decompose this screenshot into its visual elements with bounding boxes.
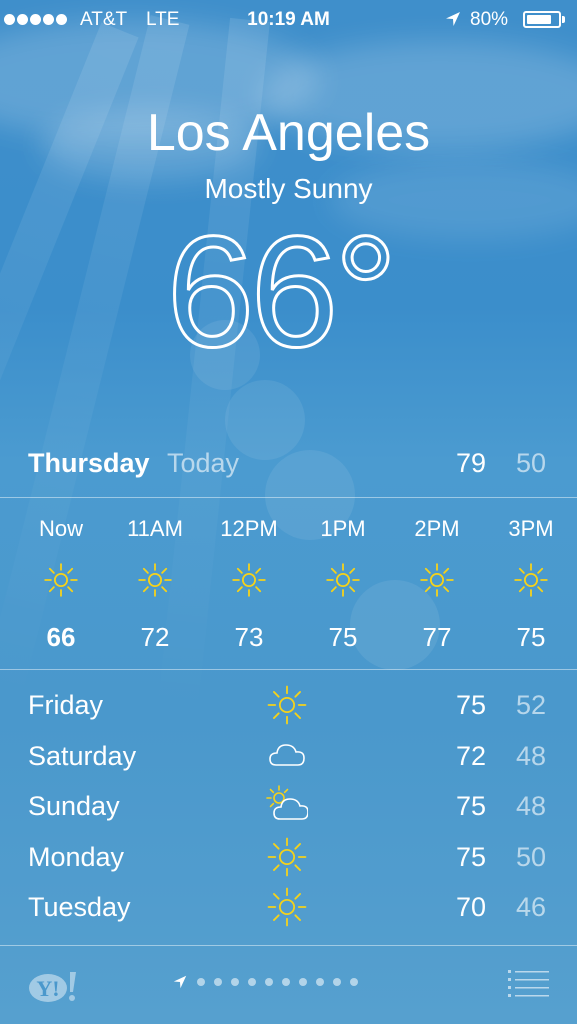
status-bar: AT&T LTE 10:19 AM 80% bbox=[0, 0, 577, 40]
hour-icon bbox=[419, 562, 455, 598]
forecast-day: Monday bbox=[28, 841, 125, 872]
battery-icon bbox=[523, 11, 561, 28]
bottom-bar: Y! bbox=[0, 946, 577, 1024]
current-temperature: 66° bbox=[165, 203, 399, 371]
page-indicator[interactable] bbox=[172, 974, 358, 990]
today-label: Today bbox=[167, 448, 240, 478]
forecast-low: 46 bbox=[516, 892, 547, 922]
forecast-high: 75 bbox=[456, 690, 487, 720]
hour-temp: 66 bbox=[46, 622, 76, 652]
forecast-row: Sunday 75 48 bbox=[0, 785, 577, 841]
page-dot[interactable] bbox=[231, 978, 239, 986]
forecast-day: Friday bbox=[28, 690, 104, 720]
forecast-low: 48 bbox=[516, 740, 547, 771]
hour-icon bbox=[137, 562, 173, 598]
forecast-high: 75 bbox=[456, 841, 487, 872]
page-dot[interactable] bbox=[299, 978, 307, 986]
page-dot[interactable] bbox=[197, 978, 205, 986]
page-dot[interactable] bbox=[316, 978, 324, 986]
forecast-icon bbox=[266, 684, 308, 726]
forecast-high: 70 bbox=[456, 892, 487, 922]
forecast-icon bbox=[266, 886, 308, 928]
today-summary: Thursday Today 79 50 bbox=[0, 448, 577, 484]
hour-label: 1PM bbox=[320, 516, 366, 541]
sun-icon bbox=[267, 837, 307, 876]
yahoo-logo-icon[interactable]: Y! bbox=[28, 968, 80, 1004]
location-arrow-icon bbox=[446, 12, 460, 26]
location-arrow-icon bbox=[173, 975, 187, 989]
forecast-low: 52 bbox=[516, 690, 547, 720]
hour-label: Now bbox=[38, 516, 83, 541]
hour-icon bbox=[325, 562, 361, 598]
battery-percent: 80% bbox=[470, 9, 509, 30]
forecast-icon bbox=[266, 735, 308, 777]
divider bbox=[0, 497, 577, 498]
forecast-row: Tuesday 70 46 bbox=[0, 887, 577, 942]
page-dot[interactable] bbox=[265, 978, 273, 986]
forecast-day: Saturday bbox=[28, 740, 137, 771]
sun-icon bbox=[267, 685, 307, 725]
hour-icon bbox=[513, 562, 549, 598]
hour-temp: 72 bbox=[140, 622, 170, 652]
hour-temp: 77 bbox=[422, 622, 452, 652]
forecast-low: 50 bbox=[516, 841, 547, 872]
sun-icon bbox=[267, 887, 307, 927]
forecast-icon bbox=[266, 836, 308, 878]
today-high: 79 bbox=[456, 448, 487, 478]
list-icon[interactable] bbox=[508, 969, 550, 999]
sun-icon bbox=[232, 563, 266, 597]
hour-temp: 73 bbox=[234, 622, 264, 652]
sun-icon bbox=[44, 563, 78, 597]
hour-icon bbox=[231, 562, 267, 598]
page-dot[interactable] bbox=[214, 978, 222, 986]
battery-tip bbox=[562, 16, 565, 23]
forecast-low: 48 bbox=[516, 791, 547, 821]
page-dot[interactable] bbox=[333, 978, 341, 986]
hour-label: 12PM bbox=[220, 516, 278, 541]
hour-label: 3PM bbox=[508, 516, 554, 541]
today-day: Thursday bbox=[28, 448, 150, 478]
today-low: 50 bbox=[516, 448, 547, 478]
page-dot[interactable] bbox=[282, 978, 290, 986]
city-name: Los Angeles bbox=[146, 104, 431, 162]
forecast-high: 75 bbox=[456, 791, 487, 821]
forecast-row: Saturday 72 48 bbox=[0, 741, 577, 791]
page-dot[interactable] bbox=[248, 978, 256, 986]
forecast-icon bbox=[266, 785, 309, 827]
hour-temp: 75 bbox=[328, 622, 358, 652]
temperature-text: 66° bbox=[167, 204, 394, 370]
forecast-day: Tuesday bbox=[28, 892, 131, 922]
hour-label: 11AM bbox=[127, 516, 183, 541]
forecast-row: Monday 75 50 bbox=[0, 837, 577, 892]
cloud-icon bbox=[269, 743, 305, 766]
hour-icon bbox=[43, 562, 79, 598]
forecast-day: Sunday bbox=[28, 791, 120, 821]
partly-cloudy-icon bbox=[266, 785, 309, 820]
hour-label: 2PM bbox=[414, 516, 460, 541]
sun-icon bbox=[326, 563, 360, 597]
yahoo-logo-text: Y! bbox=[36, 976, 59, 1001]
divider bbox=[0, 669, 577, 670]
sun-icon bbox=[420, 563, 454, 597]
hour-temp: 75 bbox=[516, 622, 546, 652]
forecast-high: 72 bbox=[456, 740, 487, 771]
page-dot[interactable] bbox=[350, 978, 358, 986]
sun-icon bbox=[514, 563, 548, 597]
sun-icon bbox=[138, 563, 172, 597]
forecast-row: Friday 75 52 bbox=[0, 685, 577, 740]
